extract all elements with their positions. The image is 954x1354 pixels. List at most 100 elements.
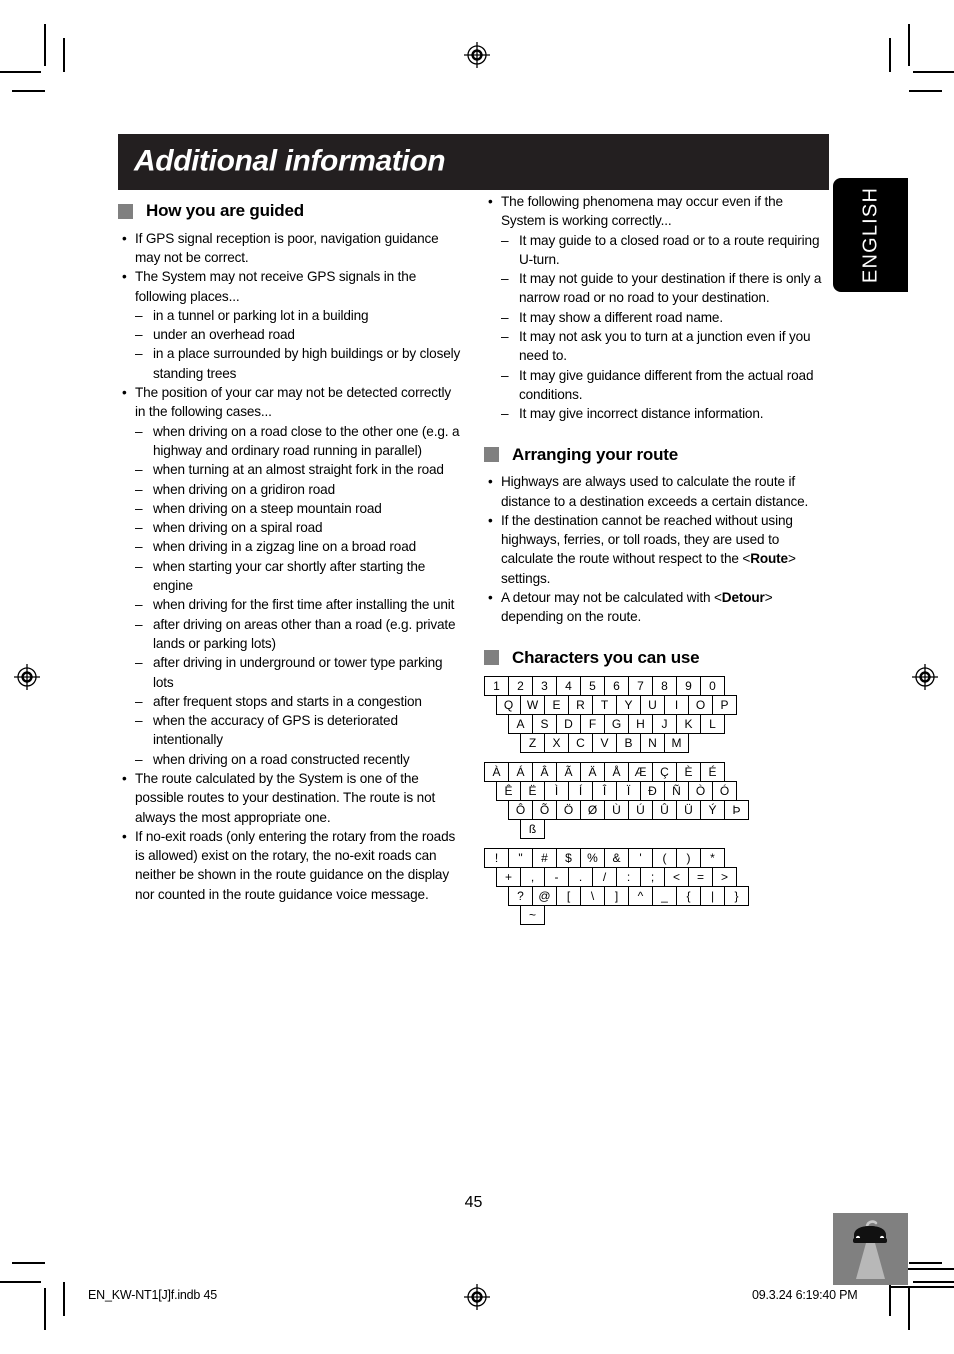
keyboard-key[interactable]: È xyxy=(676,762,701,783)
keyboard-key[interactable]: Ö xyxy=(556,800,581,821)
list-item: • If no-exit roads (only entering the ro… xyxy=(118,827,463,904)
keyboard-key[interactable]: À xyxy=(484,762,509,783)
keyboard-key[interactable]: 7 xyxy=(628,676,653,697)
keyboard-key[interactable]: | xyxy=(700,886,725,907)
keyboard-key[interactable]: ~ xyxy=(520,905,545,926)
keyboard-key[interactable]: ; xyxy=(640,867,665,888)
keyboard-key[interactable]: _ xyxy=(652,886,677,907)
keyboard-key[interactable]: # xyxy=(532,848,557,869)
keyboard-key[interactable]: G xyxy=(604,714,629,735)
keyboard-key[interactable]: Î xyxy=(592,781,617,802)
keyboard-key[interactable]: @ xyxy=(532,886,557,907)
keyboard-key[interactable]: 3 xyxy=(532,676,557,697)
keyboard-key[interactable]: Ó xyxy=(712,781,737,802)
keyboard-key[interactable]: Ù xyxy=(604,800,629,821)
keyboard-key[interactable]: Ð xyxy=(640,781,665,802)
keyboard-key[interactable]: X xyxy=(544,733,569,754)
keyboard-key[interactable]: Ú xyxy=(628,800,653,821)
keyboard-key[interactable]: E xyxy=(544,695,569,716)
keyboard-key[interactable]: Þ xyxy=(724,800,749,821)
keyboard-key[interactable]: É xyxy=(700,762,725,783)
keyboard-key[interactable]: D xyxy=(556,714,581,735)
keyboard-key[interactable]: ! xyxy=(484,848,509,869)
keyboard-key[interactable]: Ñ xyxy=(664,781,689,802)
keyboard-key[interactable]: Ì xyxy=(544,781,569,802)
keyboard-key[interactable]: N xyxy=(640,733,665,754)
keyboard-key[interactable]: K xyxy=(676,714,701,735)
keyboard-key[interactable]: Æ xyxy=(628,762,653,783)
keyboard-key[interactable]: Y xyxy=(616,695,641,716)
keyboard-key[interactable]: L xyxy=(700,714,725,735)
keyboard-key[interactable]: Ò xyxy=(688,781,713,802)
keyboard-key[interactable]: Ã xyxy=(556,762,581,783)
keyboard-key[interactable]: 8 xyxy=(652,676,677,697)
keyboard-key[interactable]: U xyxy=(640,695,665,716)
keyboard-key[interactable]: C xyxy=(568,733,593,754)
keyboard-key[interactable]: 0 xyxy=(700,676,725,697)
keyboard-key[interactable]: Ý xyxy=(700,800,725,821)
keyboard-key[interactable]: H xyxy=(628,714,653,735)
keyboard-key[interactable]: + xyxy=(496,867,521,888)
keyboard-key[interactable]: " xyxy=(508,848,533,869)
keyboard-key[interactable]: Ø xyxy=(580,800,605,821)
keyboard-key[interactable]: . xyxy=(568,867,593,888)
keyboard-key[interactable]: Á xyxy=(508,762,533,783)
keyboard-key[interactable]: $ xyxy=(556,848,581,869)
keyboard-key[interactable]: 1 xyxy=(484,676,509,697)
keyboard-key[interactable]: Û xyxy=(652,800,677,821)
keyboard-key[interactable]: Í xyxy=(568,781,593,802)
keyboard-key[interactable]: B xyxy=(616,733,641,754)
keyboard-key[interactable]: A xyxy=(508,714,533,735)
keyboard-key[interactable]: ] xyxy=(604,886,629,907)
keyboard-key[interactable]: Ï xyxy=(616,781,641,802)
keyboard-key[interactable]: Ç xyxy=(652,762,677,783)
keyboard-key[interactable]: ) xyxy=(676,848,701,869)
keyboard-key[interactable]: S xyxy=(532,714,557,735)
keyboard-key[interactable]: 2 xyxy=(508,676,533,697)
keyboard-key[interactable]: ß xyxy=(520,819,545,840)
keyboard-key[interactable]: : xyxy=(616,867,641,888)
keyboard-key[interactable]: ' xyxy=(628,848,653,869)
keyboard-key[interactable]: / xyxy=(592,867,617,888)
keyboard-key[interactable]: R xyxy=(568,695,593,716)
keyboard-key[interactable]: > xyxy=(712,867,737,888)
keyboard-key[interactable]: ( xyxy=(652,848,677,869)
keyboard-key[interactable]: Ë xyxy=(520,781,545,802)
keyboard-key[interactable]: Â xyxy=(532,762,557,783)
keyboard-key[interactable]: I xyxy=(664,695,689,716)
keyboard-key[interactable]: F xyxy=(580,714,605,735)
keyboard-key[interactable]: 6 xyxy=(604,676,629,697)
keyboard-row: QWERTYUIOP xyxy=(496,695,829,716)
keyboard-key[interactable]: 4 xyxy=(556,676,581,697)
keyboard-key[interactable]: W xyxy=(520,695,545,716)
keyboard-key[interactable]: Z xyxy=(520,733,545,754)
keyboard-key[interactable]: \ xyxy=(580,886,605,907)
keyboard-key[interactable]: * xyxy=(700,848,725,869)
keyboard-key[interactable]: , xyxy=(520,867,545,888)
keyboard-key[interactable]: 5 xyxy=(580,676,605,697)
keyboard-key[interactable]: - xyxy=(544,867,569,888)
keyboard-key[interactable]: M xyxy=(664,733,689,754)
keyboard-key[interactable]: Ê xyxy=(496,781,521,802)
keyboard-key[interactable]: % xyxy=(580,848,605,869)
keyboard-key[interactable]: J xyxy=(652,714,677,735)
keyboard-key[interactable]: Õ xyxy=(532,800,557,821)
keyboard-key[interactable]: 9 xyxy=(676,676,701,697)
keyboard-key[interactable]: O xyxy=(688,695,713,716)
keyboard-key[interactable]: = xyxy=(688,867,713,888)
keyboard-key[interactable]: T xyxy=(592,695,617,716)
keyboard-key[interactable]: Ä xyxy=(580,762,605,783)
keyboard-key[interactable]: } xyxy=(724,886,749,907)
keyboard-key[interactable]: Ô xyxy=(508,800,533,821)
keyboard-key[interactable]: & xyxy=(604,848,629,869)
keyboard-key[interactable]: Å xyxy=(604,762,629,783)
keyboard-key[interactable]: < xyxy=(664,867,689,888)
keyboard-key[interactable]: Ü xyxy=(676,800,701,821)
keyboard-key[interactable]: ? xyxy=(508,886,533,907)
keyboard-key[interactable]: [ xyxy=(556,886,581,907)
keyboard-key[interactable]: Q xyxy=(496,695,521,716)
keyboard-key[interactable]: P xyxy=(712,695,737,716)
keyboard-key[interactable]: ^ xyxy=(628,886,653,907)
keyboard-key[interactable]: { xyxy=(676,886,701,907)
keyboard-key[interactable]: V xyxy=(592,733,617,754)
